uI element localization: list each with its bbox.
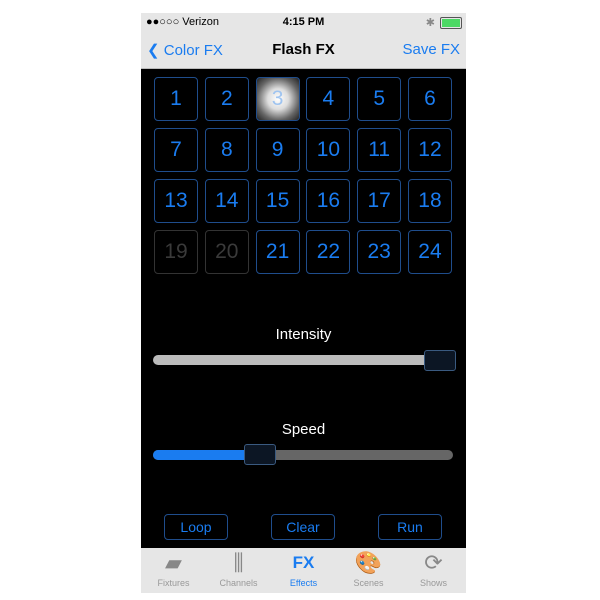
fx-icon: FX	[292, 553, 315, 572]
speed-label: Speed	[281, 421, 326, 438]
sliders-icon: ⫼	[233, 550, 244, 575]
fixture-icon: ▰	[165, 550, 182, 575]
fx-cell-15[interactable]: 15	[255, 179, 300, 223]
save-fx-button[interactable]: Save FX	[402, 41, 460, 58]
speed-thumb[interactable]	[243, 444, 276, 465]
fx-cell-8[interactable]: 8	[204, 128, 249, 172]
fx-cell-22[interactable]: 22	[306, 230, 351, 274]
tab-channels[interactable]: ⫼ Channels	[206, 548, 271, 593]
fx-cell-21[interactable]: 21	[255, 230, 300, 274]
fx-cell-13[interactable]: 13	[154, 179, 198, 223]
fx-cell-16[interactable]: 16	[306, 179, 351, 223]
tab-label: Shows	[419, 578, 447, 588]
fx-cell-6[interactable]: 6	[407, 77, 452, 121]
status-bar: ●●○○○ Verizon 4:15 PM ✱	[141, 13, 466, 32]
phone-screen: ●●○○○ Verizon 4:15 PM ✱ ❮ Color FX Flash…	[141, 13, 466, 593]
fx-cell-17[interactable]: 17	[357, 179, 402, 223]
fx-cell-12[interactable]: 12	[407, 128, 452, 172]
fx-grid: 1 2 3 4 5 6 7 8 9 10 11 12 13 14 15 16 17 18 19 20 21 22 23 24	[154, 77, 452, 274]
fx-cell-14[interactable]: 14	[204, 179, 249, 223]
bluetooth-icon: ✱	[425, 17, 435, 29]
fx-cell-3[interactable]: 3	[255, 77, 300, 121]
intensity-slider[interactable]	[153, 355, 453, 365]
speed-slider[interactable]	[153, 450, 453, 460]
fx-cell-24[interactable]: 24	[407, 230, 452, 274]
fx-cell-10[interactable]: 10	[306, 128, 351, 172]
fx-cell-19[interactable]: 19	[154, 230, 198, 274]
fx-cell-5[interactable]: 5	[357, 77, 402, 121]
fx-cell-7[interactable]: 7	[154, 128, 198, 172]
clear-button[interactable]: Clear	[271, 514, 335, 540]
nav-bar: ❮ Color FX Flash FX Save FX	[141, 32, 466, 69]
intensity-label: Intensity	[275, 326, 332, 343]
run-button[interactable]: Run	[378, 514, 442, 540]
tab-fixtures[interactable]: ▰ Fixtures	[141, 548, 206, 593]
fx-cell-23[interactable]: 23	[357, 230, 402, 274]
tab-effects[interactable]: FX Effects	[271, 548, 336, 593]
fx-cell-2[interactable]: 2	[204, 77, 249, 121]
intensity-thumb[interactable]	[424, 350, 456, 371]
clock: 4:15 PM	[282, 16, 325, 28]
tab-label: Channels	[219, 578, 258, 588]
fx-cell-18[interactable]: 18	[407, 179, 452, 223]
loop-button[interactable]: Loop	[164, 514, 228, 540]
fx-cell-9[interactable]: 9	[255, 128, 300, 172]
fx-cell-11[interactable]: 11	[357, 128, 402, 172]
tab-shows[interactable]: ⟳ Shows	[401, 548, 466, 593]
tab-scenes[interactable]: 🎨 Scenes	[336, 548, 401, 593]
battery-icon	[440, 16, 462, 29]
cycle-icon: ⟳	[424, 550, 443, 575]
fx-cell-20[interactable]: 20	[204, 230, 249, 274]
tab-label: Scenes	[353, 578, 384, 588]
tab-bar: ▰ Fixtures ⫼ Channels FX Effects 🎨 Scenes ⟳ Shows	[141, 548, 466, 593]
tab-label: Effects	[289, 578, 318, 588]
fx-cell-1[interactable]: 1	[154, 77, 198, 121]
fx-cell-4[interactable]: 4	[306, 77, 351, 121]
tab-label: Fixtures	[157, 578, 190, 588]
palette-icon: 🎨	[354, 550, 383, 575]
